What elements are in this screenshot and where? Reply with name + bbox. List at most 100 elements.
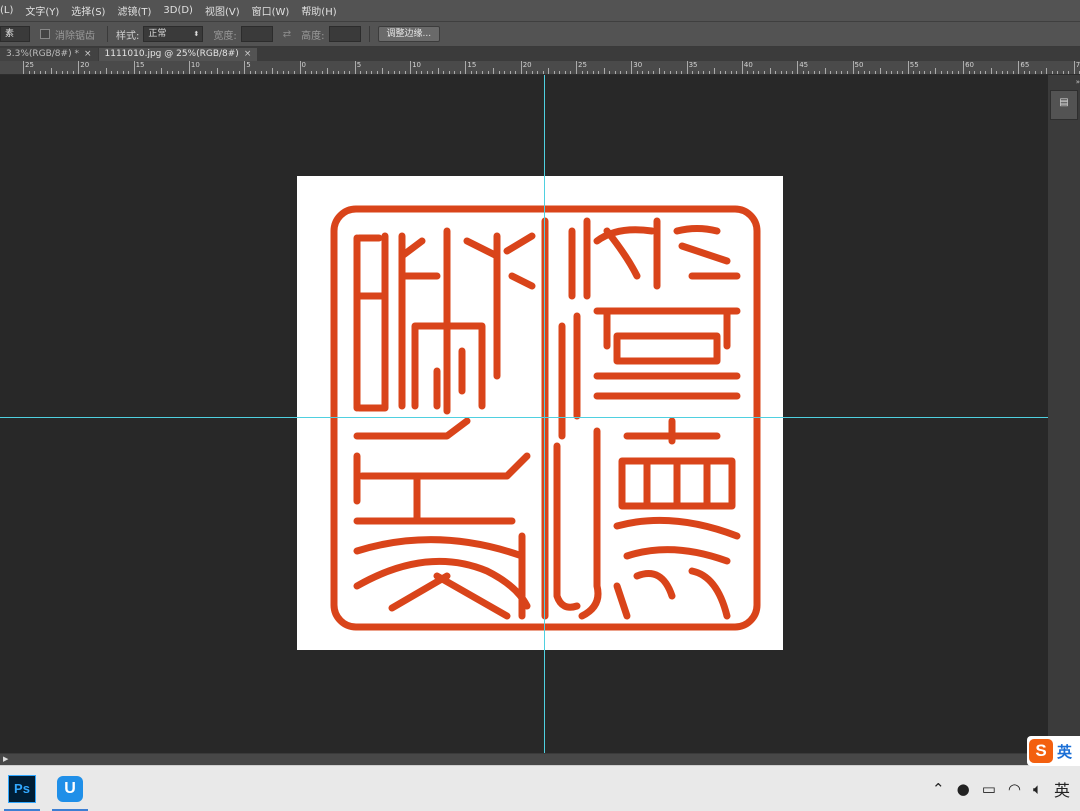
system-tray: ⌃ ● ▭ ◠ 🔈︎ 英 — [932, 766, 1070, 811]
chevron-up-icon[interactable]: ⌃ — [932, 780, 945, 798]
close-icon[interactable]: × — [84, 49, 92, 59]
ruler-tick — [764, 71, 766, 74]
ruler-tick — [775, 71, 777, 74]
ruler-tick — [1029, 71, 1031, 74]
menu-bar: (L) 文字(Y) 选择(S) 滤镜(T) 3D(D) 视图(V) 窗口(W) … — [0, 0, 1080, 22]
ruler-tick — [50, 68, 52, 74]
ruler-tick — [1040, 71, 1042, 74]
ruler-tick — [382, 68, 384, 74]
ruler-tick — [421, 71, 423, 74]
ruler-tick — [166, 71, 168, 74]
menu-item-3d[interactable]: 3D(D) — [157, 5, 199, 16]
ruler-tick — [929, 71, 931, 74]
ruler-tick — [526, 71, 528, 74]
menu-item-window[interactable]: 窗口(W) — [246, 3, 296, 18]
horizontal-ruler[interactable]: 2520151050510152025303540455055606570 — [0, 61, 1080, 75]
ime-language-toggle[interactable]: 英 — [1057, 741, 1072, 762]
ruler-tick — [67, 71, 69, 74]
ruler-tick — [703, 71, 705, 74]
taskbar-photoshop[interactable]: Ps — [0, 766, 44, 811]
battery-icon[interactable]: ▭ — [982, 780, 996, 798]
close-icon[interactable]: × — [244, 49, 252, 59]
wifi-icon[interactable]: ◠ — [1008, 780, 1021, 798]
ruler-tick — [498, 71, 500, 74]
qq-penguin-icon[interactable]: ● — [957, 780, 970, 798]
ruler-tick — [985, 71, 987, 74]
ruler-tick — [891, 71, 893, 74]
ruler-tick — [459, 71, 461, 74]
ruler-tick — [520, 61, 522, 74]
ruler-label: 35 — [688, 61, 698, 69]
ruler-tick — [609, 71, 611, 74]
collapsed-panel-dock — [1048, 75, 1080, 753]
ruler-label: 10 — [190, 61, 200, 69]
ruler-tick — [1001, 71, 1003, 74]
menu-item-select[interactable]: 选择(S) — [65, 3, 111, 18]
sogou-logo-icon[interactable]: S — [1029, 739, 1053, 763]
ruler-tick — [493, 68, 495, 74]
ruler-tick — [293, 71, 295, 74]
antialias-checkbox[interactable] — [40, 29, 50, 39]
tab-label: 3.3%(RGB/8#) * — [6, 49, 79, 59]
ruler-tick — [288, 71, 290, 74]
tab-document-1[interactable]: 3.3%(RGB/8#) * × — [0, 48, 98, 61]
ruler-tick — [791, 71, 793, 74]
tab-document-2[interactable]: 1111010.jpg @ 25%(RGB/8#) × — [98, 48, 258, 61]
ruler-label: 25 — [25, 61, 34, 69]
ruler-tick — [647, 71, 649, 74]
ruler-tick — [924, 71, 926, 74]
height-input[interactable] — [328, 26, 361, 42]
style-select[interactable]: 正常 ⬍ — [143, 26, 204, 42]
expand-panels-icon[interactable]: » — [1048, 78, 1080, 88]
ruler-tick — [194, 71, 196, 74]
ruler-tick — [144, 71, 146, 74]
menu-item-view[interactable]: 视图(V) — [199, 3, 246, 18]
ruler-tick — [481, 71, 483, 74]
ruler-label: 15 — [467, 61, 477, 69]
ruler-label: 70 — [1075, 61, 1080, 69]
menu-item-help[interactable]: 帮助(H) — [295, 3, 342, 18]
ruler-tick — [841, 71, 843, 74]
refine-edge-button[interactable]: 调整边缘... — [377, 26, 441, 42]
ruler-tick — [470, 71, 472, 74]
ruler-tick — [23, 61, 24, 74]
ruler-tick — [365, 71, 367, 74]
volume-icon[interactable]: 🔈︎ — [1033, 780, 1042, 798]
ruler-tick — [592, 71, 594, 74]
dropdown-arrow-icon: ⬍ — [193, 30, 200, 38]
ruler-tick — [321, 71, 323, 74]
ruler-label: 45 — [799, 61, 809, 69]
width-input[interactable] — [240, 26, 273, 42]
ruler-tick — [415, 71, 417, 74]
swap-icon[interactable]: ⇄ — [283, 29, 291, 40]
separator — [368, 26, 370, 42]
ruler-tick — [531, 71, 533, 74]
ruler-tick — [111, 71, 113, 74]
menu-item-type[interactable]: 文字(Y) — [19, 3, 65, 18]
ruler-tick — [89, 71, 91, 74]
feather-input[interactable]: 素 — [0, 26, 30, 42]
status-menu-arrow-icon[interactable]: ▶ — [3, 755, 8, 763]
ruler-tick — [509, 71, 511, 74]
vertical-guide[interactable] — [544, 75, 545, 753]
ruler-tick — [39, 71, 41, 74]
ime-indicator[interactable]: 英 — [1054, 777, 1070, 801]
properties-panel-button[interactable]: ▤ — [1050, 90, 1078, 120]
ruler-tick — [1051, 71, 1053, 74]
horizontal-guide[interactable] — [0, 417, 1048, 418]
ruler-tick — [808, 71, 810, 74]
separator — [107, 26, 108, 42]
status-bar: ▶ — [0, 753, 1080, 765]
ime-toolbar[interactable]: S 英 — [1027, 736, 1080, 766]
ruler-tick — [697, 71, 699, 74]
ruler-tick — [432, 71, 434, 74]
ruler-tick — [620, 71, 622, 74]
taskbar-u-app[interactable]: U — [48, 766, 92, 811]
menu-item-filter[interactable]: 滤镜(T) — [111, 3, 157, 18]
ruler-tick — [1023, 71, 1025, 74]
ruler-tick — [769, 68, 771, 74]
ruler-tick — [1034, 71, 1036, 74]
document-canvas[interactable] — [297, 176, 783, 650]
ruler-tick — [758, 71, 760, 74]
menu-item-layer[interactable]: (L) — [0, 5, 19, 16]
